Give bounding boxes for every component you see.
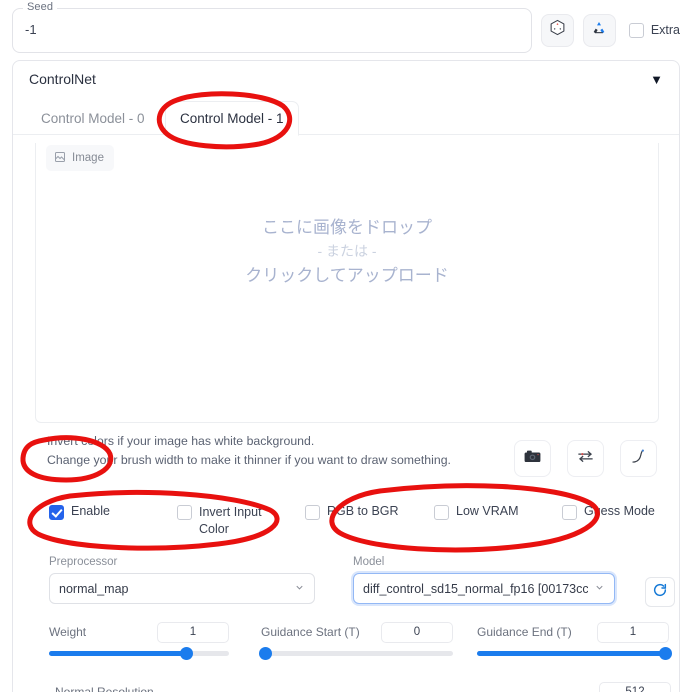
page-title: ControlNet: [29, 71, 96, 87]
image-subtab[interactable]: Image: [46, 145, 114, 171]
slider-handle[interactable]: [659, 647, 673, 660]
slider-label: Normal Resolution: [55, 685, 154, 692]
slider-value[interactable]: 1: [157, 621, 229, 643]
slider-guidance-start: Guidance Start (T) 0: [258, 621, 453, 660]
tab-label: Control Model - 0: [41, 110, 145, 126]
tab-label: Control Model - 1: [180, 111, 284, 126]
extra-checkbox[interactable]: [628, 22, 644, 38]
checkbox-rgb-to-bgr[interactable]: RGB to BGR: [305, 504, 399, 520]
image-drop-area[interactable]: Image ここに画像をドロップ - または - クリックしてアップロード: [35, 143, 659, 423]
enable-checkbox[interactable]: [49, 505, 64, 520]
slider-label: Weight: [49, 625, 87, 639]
slider-value[interactable]: 0: [381, 621, 453, 643]
swap-arrows-icon: [576, 447, 595, 471]
slider-normal-resolution: Normal Resolution 512: [55, 681, 671, 692]
option-checkboxes: Enable Invert Input Color RGB to BGR Low…: [13, 504, 679, 544]
slider-fill: [477, 651, 669, 656]
seed-input[interactable]: -1: [25, 22, 37, 37]
checkbox-label: RGB to BGR: [327, 504, 399, 518]
preprocessor-select[interactable]: normal_map: [49, 573, 315, 604]
controlnet-panel: ControlNet ▼ Control Model - 0 Control M…: [12, 60, 680, 692]
model-group: Model diff_control_sd15_normal_fp16 [001…: [353, 556, 615, 604]
slider-label: Guidance Start (T): [261, 625, 360, 639]
random-seed-button[interactable]: [540, 13, 574, 47]
preprocessor-label: Preprocessor: [49, 556, 118, 568]
image-tool-buttons: [514, 440, 657, 477]
seed-row: Seed -1 Extra: [12, 0, 680, 54]
hint-line-1: Invert colors if your image has white ba…: [47, 434, 315, 448]
model-label: Model: [353, 556, 385, 568]
rgb-to-bgr-checkbox[interactable]: [305, 505, 320, 520]
camera-button[interactable]: [514, 440, 551, 477]
slider-track[interactable]: [49, 647, 229, 660]
tab-control-model-1[interactable]: Control Model - 1: [165, 101, 299, 136]
model-select[interactable]: diff_control_sd15_normal_fp16 [00173cc:: [353, 573, 615, 604]
refresh-models-button[interactable]: [645, 577, 675, 607]
preprocessor-value: normal_map: [59, 581, 129, 596]
hint-text: Invert colors if your image has white ba…: [47, 432, 451, 470]
low-vram-checkbox[interactable]: [434, 505, 449, 520]
slider-handle[interactable]: [179, 647, 193, 660]
controlnet-header[interactable]: ControlNet ▼: [13, 61, 679, 97]
camera-icon: [523, 447, 542, 471]
checkbox-guess-mode[interactable]: Guess Mode: [562, 504, 655, 520]
hint-line-2: Change your brush width to make it thinn…: [47, 453, 451, 468]
drop-line-3: クリックしてアップロード: [245, 266, 449, 286]
checkbox-enable[interactable]: Enable: [49, 504, 110, 520]
brush-button[interactable]: [620, 440, 657, 477]
slider-weight: Weight 1: [49, 621, 229, 660]
slider-handle[interactable]: [258, 647, 272, 660]
tab-control-model-0[interactable]: Control Model - 0: [27, 101, 159, 135]
checkbox-low-vram[interactable]: Low VRAM: [434, 504, 519, 520]
controlnet-panel-screen: Seed -1 Extra ControlNet ▼ Control Model…: [0, 0, 692, 692]
checkbox-label: Low VRAM: [456, 504, 519, 518]
seed-label: Seed: [23, 0, 58, 13]
refresh-icon: [652, 582, 668, 603]
preprocessor-group: Preprocessor normal_map: [49, 556, 315, 604]
drop-line-2: - または -: [317, 243, 377, 260]
checkbox-label: Enable: [71, 504, 110, 518]
control-model-tabs: Control Model - 0 Control Model - 1: [13, 101, 679, 136]
model-value: diff_control_sd15_normal_fp16 [00173cc:: [363, 581, 588, 596]
dice-icon: [549, 19, 566, 41]
slider-fill: [49, 651, 186, 656]
reuse-seed-button[interactable]: [582, 13, 616, 47]
chevron-down-icon: [594, 582, 605, 596]
slider-track[interactable]: [477, 647, 673, 660]
drop-line-1: ここに画像をドロップ: [262, 218, 432, 237]
drop-instructions: ここに画像をドロップ - または - クリックしてアップロード: [36, 215, 658, 289]
caret-down-icon[interactable]: ▼: [650, 73, 663, 86]
swap-button[interactable]: [567, 440, 604, 477]
checkbox-label: Guess Mode: [584, 504, 655, 518]
slider-track[interactable]: [258, 647, 453, 660]
checkbox-label: Invert Input Color: [199, 505, 262, 536]
image-subtab-label: Image: [72, 152, 104, 164]
extra-label: Extra: [650, 23, 680, 37]
slider-value[interactable]: 1: [597, 621, 669, 643]
image-icon: [54, 151, 66, 166]
guess-mode-checkbox[interactable]: [562, 505, 577, 520]
invert-input-color-checkbox[interactable]: [177, 505, 192, 520]
slider-label: Guidance End (T): [477, 625, 572, 639]
extra-checkbox-group[interactable]: Extra: [628, 22, 680, 38]
brush-stroke-icon: [629, 447, 648, 471]
slider-value[interactable]: 512: [599, 681, 671, 692]
checkbox-invert-input-color[interactable]: Invert Input Color: [177, 504, 267, 538]
recycle-icon: [591, 20, 607, 41]
slider-guidance-end: Guidance End (T) 1: [477, 621, 673, 660]
seed-field[interactable]: Seed -1: [12, 0, 532, 53]
chevron-down-icon: [294, 582, 305, 596]
